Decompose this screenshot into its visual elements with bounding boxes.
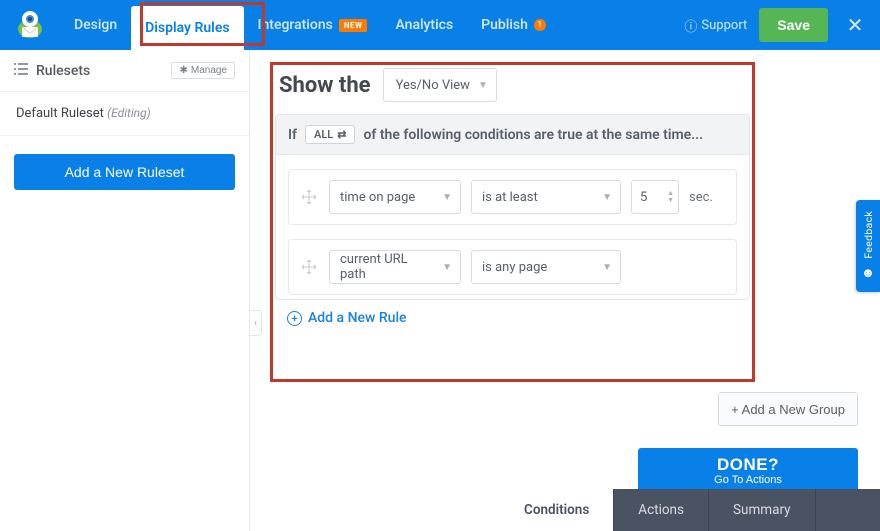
help-icon: ⓘ — [684, 16, 697, 35]
top-nav: Design Display Rules Integrations NEW An… — [60, 0, 560, 50]
rule-operator-select[interactable]: is any page ▼ — [471, 250, 621, 284]
view-select-value: Yes/No View — [396, 78, 470, 93]
plus-circle-icon: + — [287, 311, 302, 326]
nav-design[interactable]: Design — [60, 0, 131, 50]
swap-icon: ⇄ — [337, 128, 346, 141]
rule-operator-value: is at least — [482, 190, 538, 205]
feedback-tab[interactable]: Feedback ☻ — [856, 200, 880, 292]
rule-unit-label: sec. — [689, 190, 713, 205]
rule-field-select[interactable]: time on page ▼ — [329, 180, 461, 214]
rule-operator-value: is any page — [482, 260, 547, 275]
rule-value: 5 — [640, 190, 647, 205]
chevron-down-icon: ▼ — [478, 80, 488, 91]
condition-group-header: If ALL ⇄ of the following conditions are… — [276, 115, 749, 155]
rule-row: current URL path ▼ is any page ▼ — [288, 239, 737, 295]
bottom-spacer — [250, 489, 500, 531]
logic-toggle-label: ALL — [314, 128, 333, 141]
view-select[interactable]: Yes/No View ▼ — [383, 68, 497, 102]
drag-handle-icon[interactable] — [299, 257, 319, 277]
gear-icon: ✱ — [179, 65, 187, 76]
cond-head-text: of the following conditions are true at … — [363, 127, 703, 143]
rule-field-select[interactable]: current URL path ▼ — [329, 250, 461, 284]
rule-value-stepper[interactable]: 5 ▲▼ — [631, 180, 679, 214]
nav-integrations[interactable]: Integrations NEW — [244, 0, 382, 50]
rulesets-title-text: Rulesets — [36, 63, 90, 79]
mascot-icon — [12, 7, 48, 43]
top-bar-right: ⓘ Support Save ✕ — [684, 8, 870, 42]
add-rule-label: Add a New Rule — [308, 310, 407, 326]
new-badge: NEW — [339, 19, 368, 32]
feedback-label: Feedback — [862, 211, 875, 259]
sidebar-header: Rulesets ✱ Manage — [0, 50, 249, 92]
chevron-down-icon: ▼ — [602, 192, 612, 203]
app-logo — [10, 5, 50, 45]
sidebar-item-default-ruleset[interactable]: Default Ruleset (Editing) — [0, 92, 249, 136]
drag-handle-icon[interactable] — [299, 187, 319, 207]
chevron-down-icon: ▼ — [442, 262, 452, 273]
rule-field-value: current URL path — [340, 252, 434, 282]
top-bar: Design Display Rules Integrations NEW An… — [0, 0, 880, 50]
panel-header: Show the Yes/No View ▼ — [275, 68, 750, 102]
if-label: If — [288, 127, 297, 143]
done-big-label: DONE? — [717, 456, 779, 475]
save-button[interactable]: Save — [759, 8, 828, 42]
rule-row: time on page ▼ is at least ▼ 5 ▲▼ sec. — [288, 169, 737, 225]
rule-operator-select[interactable]: is at least ▼ — [471, 180, 621, 214]
support-link[interactable]: ⓘ Support — [684, 16, 747, 35]
sidebar: Rulesets ✱ Manage Default Ruleset (Editi… — [0, 50, 250, 531]
add-group-button[interactable]: + Add a New Group — [718, 392, 858, 426]
condition-group: If ALL ⇄ of the following conditions are… — [275, 114, 750, 300]
chevron-down-icon: ▼ — [442, 192, 452, 203]
bottom-tab-conditions[interactable]: Conditions — [500, 489, 614, 531]
nav-display-rules[interactable]: Display Rules — [131, 6, 243, 50]
manage-button[interactable]: ✱ Manage — [171, 62, 235, 79]
bottom-tab-actions[interactable]: Actions — [614, 489, 709, 531]
publish-count-badge: 1 — [534, 19, 546, 31]
condition-body: time on page ▼ is at least ▼ 5 ▲▼ sec. — [276, 155, 749, 299]
caret-down-icon: ▼ — [667, 197, 674, 204]
chat-icon: ☻ — [861, 265, 875, 281]
ruleset-name: Default Ruleset — [16, 106, 104, 121]
rules-panel: Show the Yes/No View ▼ If ALL ⇄ of the f… — [275, 68, 750, 326]
support-label: Support — [701, 18, 747, 33]
close-icon[interactable]: ✕ — [840, 10, 870, 40]
rule-field-value: time on page — [340, 190, 415, 205]
bottom-tab-bar: Conditions Actions Summary — [250, 489, 880, 531]
bottom-tab-summary[interactable]: Summary — [709, 489, 816, 531]
nav-analytics[interactable]: Analytics — [381, 0, 467, 50]
nav-publish-label: Publish — [481, 17, 528, 33]
stepper-arrows[interactable]: ▲▼ — [667, 190, 674, 204]
list-icon — [14, 63, 28, 79]
sidebar-collapse-handle[interactable]: ‹ — [250, 310, 262, 336]
logic-toggle[interactable]: ALL ⇄ — [305, 125, 355, 144]
add-rule-link[interactable]: + Add a New Rule — [287, 310, 407, 326]
add-ruleset-button[interactable]: Add a New Ruleset — [14, 154, 235, 190]
main-area: Show the Yes/No View ▼ If ALL ⇄ of the f… — [250, 50, 880, 531]
done-small-label: Go To Actions — [714, 474, 782, 486]
chevron-down-icon: ▼ — [602, 262, 612, 273]
done-button[interactable]: DONE? Go To Actions — [638, 448, 858, 494]
nav-integrations-label: Integrations — [258, 17, 333, 33]
rulesets-heading: Rulesets — [14, 63, 90, 79]
panel-title: Show the — [279, 73, 371, 98]
ruleset-state: (Editing) — [107, 106, 151, 120]
nav-publish[interactable]: Publish 1 — [467, 0, 560, 50]
manage-label: Manage — [191, 65, 227, 76]
